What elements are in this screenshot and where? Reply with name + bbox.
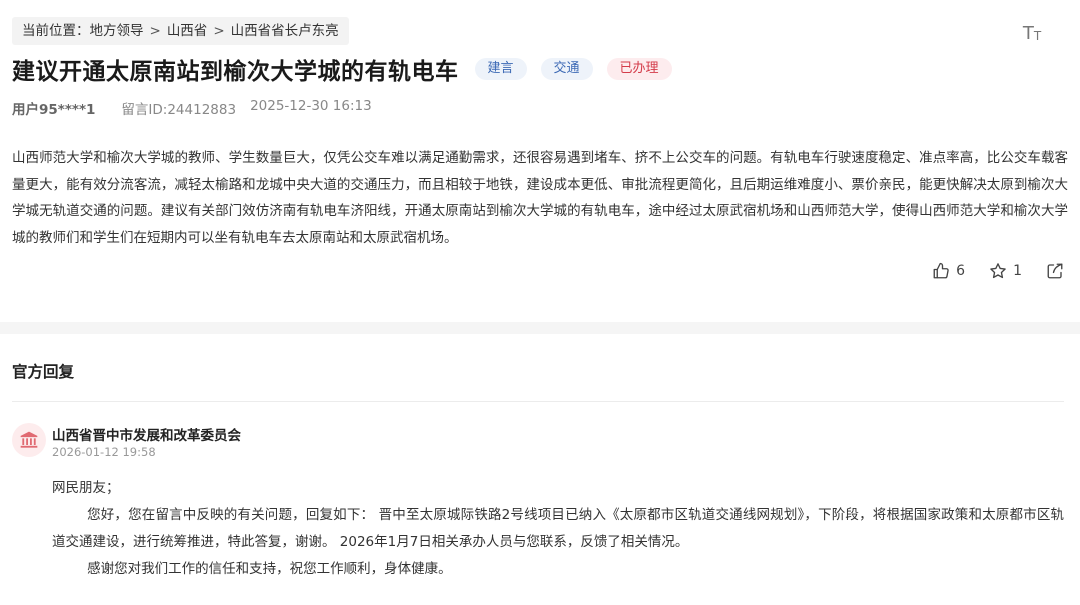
- breadcrumb-separator: >: [213, 23, 225, 39]
- reply-paragraph: 感谢您对我们工作的信任和支持，祝您工作顺利，身体健康。: [87, 561, 452, 577]
- reply-greeting: 网民朋友；: [52, 480, 120, 496]
- favorite-button[interactable]: 1: [989, 262, 1022, 280]
- message-id: 留言ID:24412883: [121, 102, 237, 118]
- status-badge: 已办理: [606, 58, 672, 80]
- breadcrumb-prefix: 当前位置：: [22, 23, 90, 39]
- breadcrumb-separator: >: [149, 23, 161, 39]
- message-content: 山西师范大学和榆次大学城的教师、学生数量巨大，仅凭公交车难以满足通勤需求，还很容…: [12, 150, 1068, 246]
- user-name: 用户95****1: [12, 102, 96, 118]
- breadcrumb-item-shanxi[interactable]: 山西省: [167, 17, 208, 45]
- section-divider: [0, 322, 1080, 334]
- text-size-icon[interactable]: TT: [1020, 19, 1044, 44]
- page-title: 建议开通太原南站到榆次大学城的有轨电车: [12, 59, 459, 85]
- action-bar: 6 1: [908, 262, 1064, 280]
- share-icon: [1047, 263, 1063, 279]
- tag-transport: 交通: [540, 58, 593, 80]
- message-detail-page: 当前位置： 地方领导 > 山西省 > 山西省省长卢东亮 TT 建议开通太原南站到…: [0, 0, 1080, 605]
- like-button[interactable]: 6: [932, 262, 965, 280]
- reply-heading: 官方回复: [12, 363, 75, 381]
- message-meta: 用户95****1 留言ID:24412883 2025-12-30 16:13: [12, 98, 372, 118]
- thumbs-up-icon: [933, 262, 949, 279]
- department-avatar: [12, 423, 46, 457]
- tag-list: 建言 交通 已办理: [461, 58, 672, 80]
- star-icon: [990, 263, 1006, 279]
- title-row: 建议开通太原南站到榆次大学城的有轨电车 建言 交通 已办理: [12, 52, 672, 86]
- government-building-icon: [20, 431, 38, 448]
- tag-suggestion: 建言: [474, 58, 527, 80]
- share-button[interactable]: [1046, 262, 1064, 280]
- reply-body: 网民朋友； 您好，您在留言中反映的有关问题，回复如下： 晋中至太原城际铁路2号线…: [52, 475, 1064, 583]
- like-count: 6: [956, 263, 966, 279]
- message-datetime: 2025-12-30 16:13: [250, 98, 372, 114]
- breadcrumb: 当前位置： 地方领导 > 山西省 > 山西省省长卢东亮: [12, 17, 349, 45]
- breadcrumb-item-local-leaders[interactable]: 地方领导: [90, 17, 144, 45]
- reply-paragraph: 您好，您在留言中反映的有关问题，回复如下： 晋中至太原城际铁路2号线项目已纳入《…: [52, 507, 1064, 550]
- reply-divider: [12, 401, 1064, 402]
- department-name: 山西省晋中市发展和改革委员会: [52, 428, 241, 444]
- reply-datetime: 2026-01-12 19:58: [52, 445, 156, 459]
- favorite-count: 1: [1013, 263, 1022, 279]
- breadcrumb-item-governor[interactable]: 山西省省长卢东亮: [231, 17, 339, 45]
